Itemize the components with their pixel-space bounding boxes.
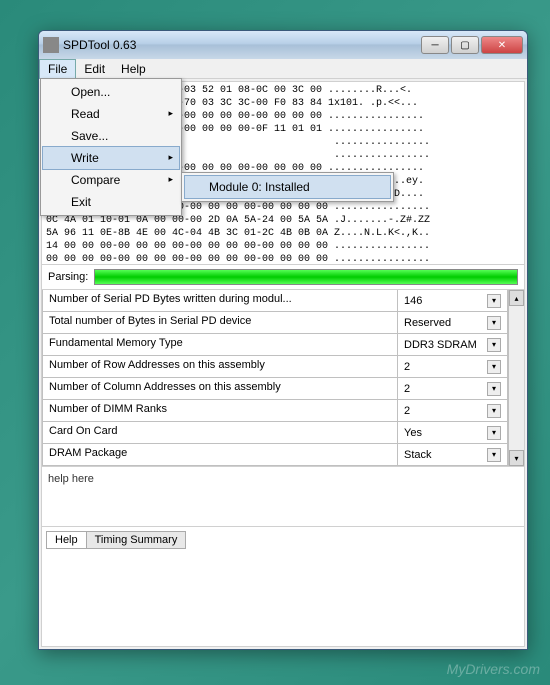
help-text: help here — [48, 473, 94, 485]
menu-item-open[interactable]: Open... — [43, 81, 179, 103]
prop-value-dropdown[interactable]: 2▾ — [398, 400, 508, 422]
maximize-button[interactable]: ▢ — [451, 36, 479, 54]
menu-item-save[interactable]: Save... — [43, 125, 179, 147]
prop-label: Number of Column Addresses on this assem… — [42, 378, 398, 400]
prop-value-dropdown[interactable]: 2▾ — [398, 356, 508, 378]
menu-item-read[interactable]: Read▸ — [43, 103, 179, 125]
chevron-down-icon[interactable]: ▾ — [487, 448, 501, 462]
chevron-down-icon[interactable]: ▾ — [487, 294, 501, 308]
parsing-row: Parsing: — [42, 265, 524, 290]
chevron-right-icon: ▸ — [168, 108, 173, 119]
write-submenu: Module 0: Installed — [181, 172, 394, 202]
menu-help[interactable]: Help — [113, 60, 154, 78]
grid-row: Total number of Bytes in Serial PD devic… — [42, 312, 508, 334]
grid-row: Number of Column Addresses on this assem… — [42, 378, 508, 400]
window-title: SPDTool 0.63 — [63, 38, 419, 52]
scroll-track[interactable] — [509, 306, 524, 450]
prop-value-dropdown[interactable]: Stack▾ — [398, 444, 508, 466]
prop-label: Card On Card — [42, 422, 398, 444]
grid-row: Number of DIMM Ranks 2▾ — [42, 400, 508, 422]
prop-label: Number of DIMM Ranks — [42, 400, 398, 422]
grid-row: Card On Card Yes▾ — [42, 422, 508, 444]
menu-edit[interactable]: Edit — [76, 60, 113, 78]
scroll-down-button[interactable]: ▾ — [509, 450, 524, 466]
prop-label: Total number of Bytes in Serial PD devic… — [42, 312, 398, 334]
app-icon — [43, 37, 59, 53]
watermark: MyDrivers.com — [447, 661, 540, 677]
grid-row: Number of Serial PD Bytes written during… — [42, 290, 508, 312]
parsing-progress-bar — [94, 269, 518, 285]
prop-value-dropdown[interactable]: Reserved▾ — [398, 312, 508, 334]
prop-label: Fundamental Memory Type — [42, 334, 398, 356]
submenu-item-module0[interactable]: Module 0: Installed — [184, 175, 391, 199]
prop-value-dropdown[interactable]: 146▾ — [398, 290, 508, 312]
scroll-up-button[interactable]: ▴ — [509, 290, 524, 306]
minimize-button[interactable]: ─ — [421, 36, 449, 54]
menu-item-exit[interactable]: Exit — [43, 191, 179, 213]
menu-file[interactable]: File — [39, 59, 76, 79]
chevron-right-icon: ▸ — [168, 174, 173, 185]
chevron-down-icon[interactable]: ▾ — [487, 338, 501, 352]
prop-value-dropdown[interactable]: DDR3 SDRAM▾ — [398, 334, 508, 356]
grid-body: Number of Serial PD Bytes written during… — [42, 290, 508, 466]
grid-row: Number of Row Addresses on this assembly… — [42, 356, 508, 378]
chevron-down-icon[interactable]: ▾ — [487, 404, 501, 418]
tab-help[interactable]: Help — [46, 531, 87, 549]
tab-timing-summary[interactable]: Timing Summary — [86, 531, 187, 549]
menu-item-write[interactable]: Write▸ — [42, 146, 180, 170]
help-panel: help here — [42, 467, 524, 527]
chevron-right-icon: ▸ — [168, 152, 173, 163]
chevron-down-icon[interactable]: ▾ — [487, 382, 501, 396]
titlebar[interactable]: SPDTool 0.63 ─ ▢ ✕ — [39, 31, 527, 59]
grid-scrollbar[interactable]: ▴ ▾ — [508, 290, 524, 466]
prop-label: Number of Row Addresses on this assembly — [42, 356, 398, 378]
chevron-down-icon[interactable]: ▾ — [487, 360, 501, 374]
chevron-down-icon[interactable]: ▾ — [487, 426, 501, 440]
menubar: File Edit Help — [39, 59, 527, 79]
prop-value-dropdown[interactable]: 2▾ — [398, 378, 508, 400]
prop-value-dropdown[interactable]: Yes▾ — [398, 422, 508, 444]
parsing-label: Parsing: — [48, 271, 88, 283]
prop-label: DRAM Package — [42, 444, 398, 466]
grid-row: DRAM Package Stack▾ — [42, 444, 508, 466]
prop-label: Number of Serial PD Bytes written during… — [42, 290, 398, 312]
grid-row: Fundamental Memory Type DDR3 SDRAM▾ — [42, 334, 508, 356]
bottom-tabs: Help Timing Summary — [42, 527, 524, 549]
menu-item-compare[interactable]: Compare▸ — [43, 169, 179, 191]
file-menu-dropdown: Open... Read▸ Save... Write▸ Compare▸ Ex… — [40, 78, 182, 216]
properties-grid: Number of Serial PD Bytes written during… — [42, 290, 524, 467]
close-button[interactable]: ✕ — [481, 36, 523, 54]
chevron-down-icon[interactable]: ▾ — [487, 316, 501, 330]
